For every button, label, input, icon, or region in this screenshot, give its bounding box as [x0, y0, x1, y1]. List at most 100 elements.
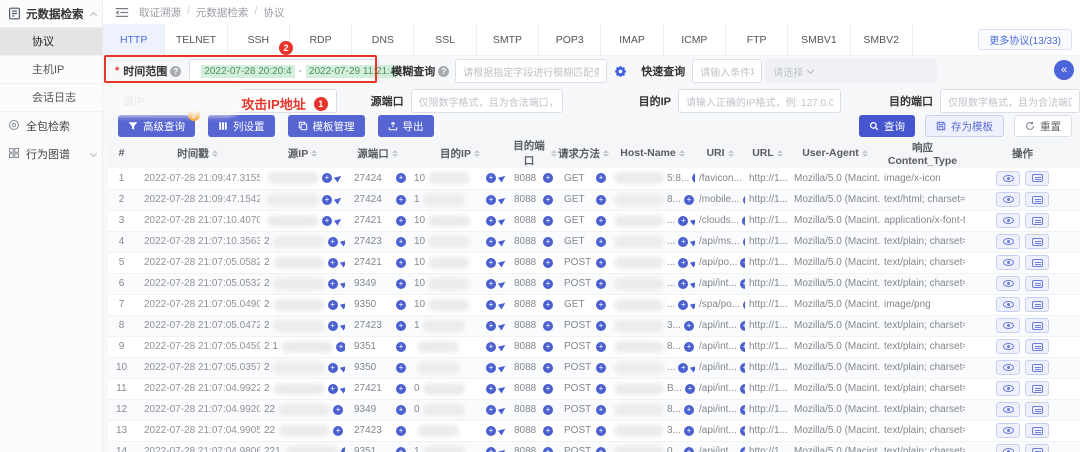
add-filter-icon[interactable] [396, 342, 406, 352]
pivot-icon[interactable] [690, 300, 695, 309]
add-filter-icon[interactable] [328, 300, 338, 310]
sort-icon[interactable] [679, 150, 685, 157]
add-filter-icon[interactable] [396, 384, 406, 394]
add-filter-icon[interactable] [678, 216, 688, 226]
time-range-input[interactable]: 2022-07-28 20:20:4 - 2022-07-29 11:21:4 [189, 59, 379, 83]
add-filter-icon[interactable] [740, 384, 745, 394]
quick-query-input[interactable]: 请输入条件项 [692, 59, 762, 83]
session-detail-button[interactable] [1025, 234, 1049, 249]
col-header[interactable]: 目的IP [410, 138, 510, 168]
add-filter-icon[interactable] [740, 279, 745, 289]
add-filter-icon[interactable] [543, 173, 553, 183]
add-filter-icon[interactable] [543, 195, 553, 205]
add-filter-icon[interactable] [678, 363, 688, 373]
add-filter-icon[interactable] [596, 300, 606, 310]
add-filter-icon[interactable] [740, 426, 745, 436]
pivot-icon[interactable] [498, 174, 507, 183]
add-filter-icon[interactable] [596, 405, 606, 415]
search-button[interactable]: 查询 [859, 115, 915, 137]
add-filter-icon[interactable] [596, 258, 606, 268]
add-filter-icon[interactable] [543, 258, 553, 268]
col-header[interactable]: 源IP [260, 138, 345, 168]
add-filter-icon[interactable] [684, 447, 694, 452]
time-range-start[interactable]: 2022-07-28 20:20:4 [201, 65, 294, 78]
reset-button[interactable]: 重置 [1014, 115, 1072, 137]
col-header[interactable]: URL [745, 138, 790, 168]
sidebar-item-会话日志[interactable]: 会话日志 [0, 84, 102, 112]
add-filter-icon[interactable] [396, 426, 406, 436]
menu-collapse-icon[interactable] [115, 7, 129, 18]
quick-query-select[interactable]: 请选择 [765, 59, 937, 83]
help-icon[interactable]: ? [170, 66, 181, 77]
add-filter-icon[interactable] [333, 405, 343, 415]
add-filter-icon[interactable] [743, 237, 745, 247]
add-filter-icon[interactable] [684, 426, 694, 436]
tab-rdp[interactable]: RDP [290, 24, 352, 55]
pivot-icon[interactable] [498, 195, 507, 204]
add-filter-icon[interactable] [684, 405, 694, 415]
col-header[interactable]: Host-Name [610, 138, 695, 168]
session-detail-button[interactable] [1025, 213, 1049, 228]
pivot-icon[interactable] [690, 237, 695, 246]
add-filter-icon[interactable] [486, 447, 496, 452]
add-filter-icon[interactable] [596, 321, 606, 331]
view-detail-button[interactable] [996, 276, 1020, 291]
collapse-filter-button[interactable]: « [1054, 60, 1074, 80]
add-filter-icon[interactable] [328, 279, 338, 289]
view-detail-button[interactable] [996, 234, 1020, 249]
tab-ftp[interactable]: FTP [726, 24, 788, 55]
tab-imap[interactable]: IMAP [601, 24, 663, 55]
pivot-icon[interactable] [690, 216, 695, 225]
add-filter-icon[interactable] [486, 216, 496, 226]
pivot-icon[interactable] [498, 279, 507, 288]
dest-ip-input[interactable]: 请输入正确的IP格式，例: 127.0.0.1 [678, 89, 841, 113]
add-filter-icon[interactable] [396, 237, 406, 247]
col-header[interactable]: URI [695, 138, 745, 168]
tab-smtp[interactable]: SMTP [477, 24, 539, 55]
session-detail-button[interactable] [1025, 276, 1049, 291]
add-filter-icon[interactable] [740, 447, 745, 452]
add-filter-icon[interactable] [396, 300, 406, 310]
add-filter-icon[interactable] [678, 279, 688, 289]
add-filter-icon[interactable] [486, 363, 496, 373]
pivot-icon[interactable] [334, 195, 343, 204]
fuzzy-query-input[interactable]: 请根据指定字段进行模糊匹配查询 [455, 59, 607, 83]
add-filter-icon[interactable] [486, 342, 496, 352]
add-filter-icon[interactable] [396, 405, 406, 415]
pivot-icon[interactable] [334, 216, 343, 225]
add-filter-icon[interactable] [543, 342, 553, 352]
add-filter-icon[interactable] [322, 216, 332, 226]
add-filter-icon[interactable] [322, 195, 332, 205]
add-filter-icon[interactable] [328, 237, 338, 247]
pivot-icon[interactable] [498, 258, 507, 267]
sort-icon[interactable] [551, 150, 557, 157]
add-filter-icon[interactable] [543, 447, 553, 452]
session-detail-button[interactable] [1025, 171, 1049, 186]
add-filter-icon[interactable] [543, 279, 553, 289]
add-filter-icon[interactable] [322, 173, 332, 183]
view-detail-button[interactable] [996, 381, 1020, 396]
add-filter-icon[interactable] [743, 195, 745, 205]
sort-icon[interactable] [777, 150, 783, 157]
tab-telnet[interactable]: TELNET [165, 24, 227, 55]
pivot-icon[interactable] [690, 363, 695, 372]
add-filter-icon[interactable] [596, 384, 606, 394]
add-filter-icon[interactable] [486, 258, 496, 268]
sidebar-item-主机IP[interactable]: 主机IP [0, 56, 102, 84]
add-filter-icon[interactable] [740, 405, 745, 415]
add-filter-icon[interactable] [596, 173, 606, 183]
view-detail-button[interactable] [996, 192, 1020, 207]
view-detail-button[interactable] [996, 297, 1020, 312]
pivot-icon[interactable] [339, 237, 345, 246]
add-filter-icon[interactable] [486, 300, 496, 310]
add-filter-icon[interactable] [328, 384, 338, 394]
add-filter-icon[interactable] [596, 279, 606, 289]
add-filter-icon[interactable] [396, 363, 406, 373]
view-detail-button[interactable] [996, 255, 1020, 270]
add-filter-icon[interactable] [740, 258, 745, 268]
add-filter-icon[interactable] [678, 258, 688, 268]
pivot-icon[interactable] [498, 363, 507, 372]
add-filter-icon[interactable] [396, 447, 406, 452]
tab-smbv2[interactable]: SMBV2 [851, 24, 913, 55]
sidebar-group-metadata-search[interactable]: 元数据检索 [0, 0, 102, 28]
